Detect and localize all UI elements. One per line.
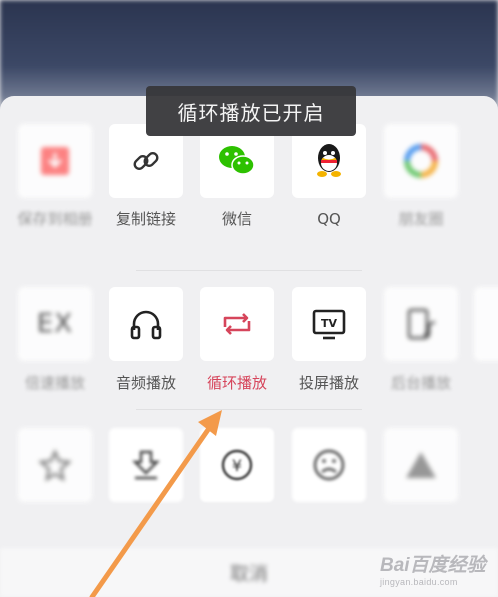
- wechat-icon: [219, 146, 255, 175]
- moments-label: 朋友圈: [398, 210, 444, 228]
- audio-play-button[interactable]: [109, 287, 183, 361]
- cast-play-button[interactable]: TV: [292, 287, 366, 361]
- save-to-album-button[interactable]: [18, 124, 92, 198]
- dislike-button[interactable]: [292, 428, 366, 502]
- row-divider: [136, 409, 362, 410]
- more-button-partial[interactable]: [474, 287, 498, 361]
- star-icon: [38, 449, 72, 482]
- yuan-icon: ¥: [221, 449, 253, 481]
- favorite-button[interactable]: [18, 428, 92, 502]
- report-button[interactable]: [384, 428, 458, 502]
- link-icon: [133, 152, 159, 170]
- speed-ex-icon: EX: [36, 309, 74, 339]
- background-play-label: 后台播放: [390, 374, 451, 392]
- cast-play-label: 投屏播放: [298, 374, 359, 392]
- loop-play-button[interactable]: [200, 287, 274, 361]
- wechat-label: 微信: [221, 210, 252, 228]
- qq-label: QQ: [317, 210, 341, 228]
- svg-text:TV: TV: [321, 317, 338, 330]
- audio-play-label: 音频播放: [115, 374, 176, 392]
- moments-button[interactable]: [384, 124, 458, 198]
- qq-icon: [317, 144, 341, 177]
- headphones-icon: [130, 310, 162, 340]
- download-button[interactable]: [109, 428, 183, 502]
- save-to-album-label: 保存到相册: [17, 210, 93, 228]
- watermark-url: jingyan.baidu.com: [380, 577, 458, 587]
- loop-icon: [223, 313, 251, 335]
- tip-button[interactable]: ¥: [200, 428, 274, 502]
- watermark-brand: Bai百度经验: [380, 555, 486, 576]
- save-to-album-icon: [41, 147, 69, 175]
- tv-cast-icon: TV: [312, 309, 346, 340]
- speed-play-button[interactable]: EX: [18, 287, 92, 361]
- copy-link-label: 复制链接: [115, 210, 176, 228]
- sad-face-icon: [313, 449, 345, 481]
- loop-enabled-toast: 循环播放已开启: [146, 86, 356, 136]
- background-play-icon: [407, 308, 436, 340]
- loop-play-label: 循环播放: [206, 374, 267, 392]
- svg-text:¥: ¥: [232, 456, 242, 475]
- download-icon: [132, 450, 160, 480]
- baidu-jingyan-watermark: Bai百度经验 jingyan.baidu.com: [376, 548, 496, 594]
- speed-play-label: 倍速播放: [24, 374, 85, 392]
- background-play-button[interactable]: [384, 287, 458, 361]
- triangle-warning-icon: [406, 452, 436, 478]
- moments-icon: [404, 144, 438, 178]
- row-divider: [136, 270, 362, 271]
